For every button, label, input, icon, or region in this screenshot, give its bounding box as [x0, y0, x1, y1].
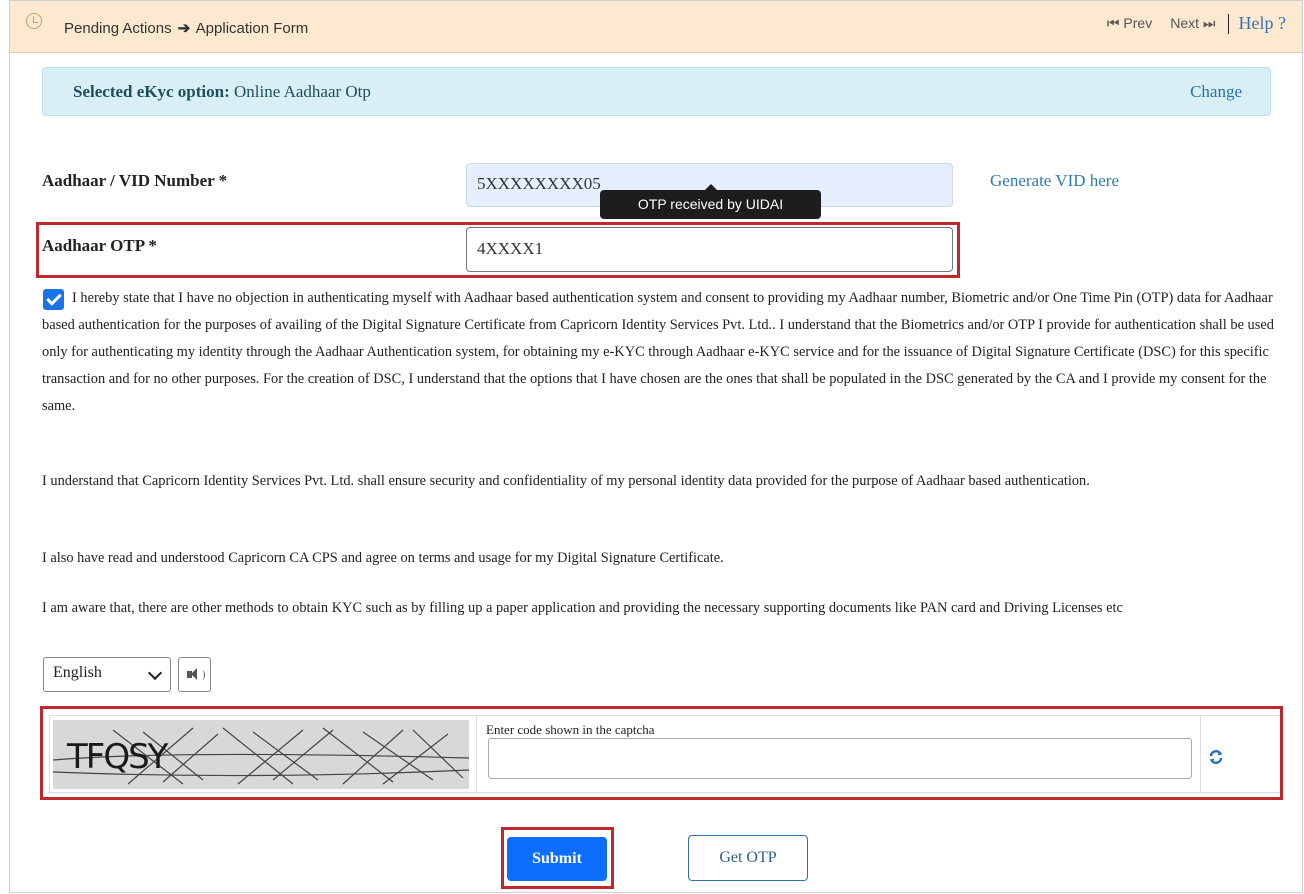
aadhaar-otp-input[interactable]: 4XXXX1: [466, 227, 953, 272]
double-left-arrow-icon: ⏮: [1106, 15, 1120, 31]
captcha-divider-2: [1200, 716, 1201, 792]
history-icon: [26, 13, 42, 29]
consent-paragraph-4: I am aware that, there are other methods…: [42, 600, 1123, 616]
chevron-down-icon: [147, 665, 163, 681]
header-bar: Pending Actions ➔ Application Form ⏮ Pre…: [10, 1, 1302, 53]
get-otp-button[interactable]: Get OTP: [688, 835, 808, 881]
breadcrumb-arrow-icon: ➔: [177, 20, 191, 37]
language-select[interactable]: English: [43, 657, 171, 692]
next-link[interactable]: Next ⏭: [1170, 15, 1215, 32]
change-ekyc-link[interactable]: Change: [1190, 82, 1242, 102]
refresh-icon[interactable]: [1208, 749, 1224, 765]
captcha-divider-1: [476, 716, 477, 792]
language-selected: English: [53, 664, 102, 681]
consent-paragraph-2: I understand that Capricorn Identity Ser…: [42, 473, 1090, 489]
captcha-image: TFQSY: [53, 720, 469, 789]
ekyc-option-text: Selected eKyc option: Online Aadhaar Otp: [73, 82, 371, 102]
ekyc-option-label: Selected eKyc option:: [73, 82, 230, 101]
breadcrumb: Pending Actions ➔ Application Form: [64, 19, 308, 37]
aadhaar-otp-label: Aadhaar OTP *: [42, 236, 157, 255]
prev-link[interactable]: ⏮ Prev: [1107, 15, 1152, 32]
captcha-noise-lines: TFQSY: [53, 727, 469, 785]
consent-paragraph-1: I hereby state that I have no objection …: [42, 290, 1274, 414]
prev-label: Prev: [1123, 15, 1153, 31]
ekyc-option-value: Online Aadhaar Otp: [234, 82, 371, 101]
double-right-arrow-icon: ⏭: [1202, 15, 1216, 31]
generate-vid-link[interactable]: Generate VID here: [990, 171, 1119, 191]
captcha-input[interactable]: [488, 738, 1192, 779]
application-form-panel: Pending Actions ➔ Application Form ⏮ Pre…: [9, 0, 1303, 893]
captcha-row: TFQSY Enter code shown in the captcha: [49, 715, 1281, 793]
submit-button[interactable]: Submit: [507, 837, 607, 881]
otp-tooltip: OTP received by UIDAI: [600, 184, 821, 219]
aadhaar-number-label: Aadhaar / VID Number *: [42, 171, 228, 190]
audio-speaker-button[interactable]: [178, 657, 211, 692]
next-label: Next: [1170, 15, 1200, 31]
breadcrumb-application-form: Application Form: [195, 20, 309, 37]
ekyc-option-alert: Selected eKyc option: Online Aadhaar Otp…: [42, 67, 1271, 116]
page-navigation: ⏮ Prev Next ⏭ Help ?: [1089, 13, 1286, 34]
captcha-code: TFQSY: [66, 737, 169, 777]
help-link[interactable]: Help ?: [1239, 13, 1286, 34]
captcha-input-label: Enter code shown in the captcha: [486, 722, 655, 737]
breadcrumb-pending-actions[interactable]: Pending Actions: [64, 20, 172, 37]
consent-paragraph-3: I also have read and understood Capricor…: [42, 550, 724, 566]
nav-divider: [1227, 13, 1229, 34]
